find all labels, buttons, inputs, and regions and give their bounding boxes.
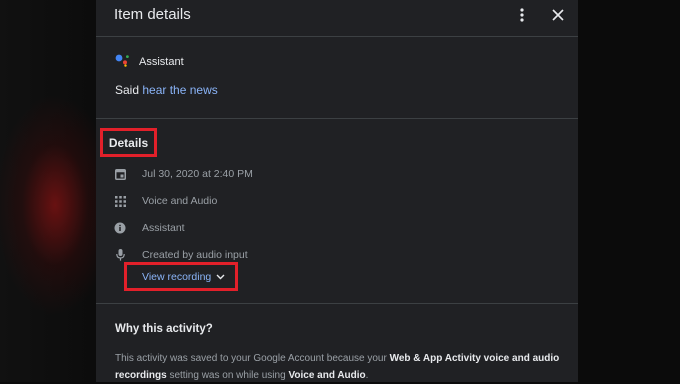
detail-date: Jul 30, 2020 at 2:40 PM — [142, 168, 253, 180]
why-heading: Why this activity? — [115, 323, 213, 335]
background-right — [578, 0, 680, 382]
product-row: Assistant — [115, 54, 184, 70]
calendar-icon — [114, 168, 126, 180]
why-text-2: setting was on while using — [169, 370, 286, 381]
detail-source: Assistant — [142, 222, 185, 234]
details-heading: Details — [100, 128, 157, 157]
view-recording-button[interactable]: View recording — [124, 262, 238, 291]
panel-header: Item details — [96, 0, 578, 37]
detail-input: Created by audio input — [142, 249, 248, 261]
background-left — [0, 0, 96, 382]
why-bold-2: Voice and Audio — [288, 370, 366, 381]
detail-row-date: Jul 30, 2020 at 2:40 PM — [114, 166, 253, 182]
detail-row-input: Created by audio input — [114, 247, 248, 263]
detail-row-product: Voice and Audio — [114, 193, 217, 209]
why-text-1: This activity was saved to your Google A… — [115, 353, 387, 364]
google-assistant-icon — [115, 53, 129, 72]
chevron-down-icon — [216, 274, 225, 280]
why-text-3: . — [365, 370, 369, 381]
why-text: This activity was saved to your Google A… — [115, 350, 570, 384]
said-line: Said hear the news — [115, 83, 218, 97]
close-icon[interactable] — [547, 5, 569, 25]
divider — [96, 118, 578, 119]
panel-title: Item details — [114, 6, 191, 23]
detail-row-source: Assistant — [114, 220, 185, 236]
apps-grid-icon — [114, 195, 126, 207]
item-details-panel: Item details Assistant Said hear the new… — [96, 0, 578, 382]
said-prefix: Said — [115, 83, 140, 97]
view-recording-label: View recording — [142, 270, 212, 283]
info-icon — [114, 222, 126, 234]
more-vert-icon[interactable] — [511, 5, 533, 25]
product-name: Assistant — [139, 56, 184, 68]
mic-icon — [114, 249, 126, 261]
detail-product: Voice and Audio — [142, 195, 218, 207]
query-link[interactable]: hear the news — [142, 83, 217, 97]
details-heading-text: Details — [108, 135, 149, 150]
divider — [96, 303, 578, 304]
